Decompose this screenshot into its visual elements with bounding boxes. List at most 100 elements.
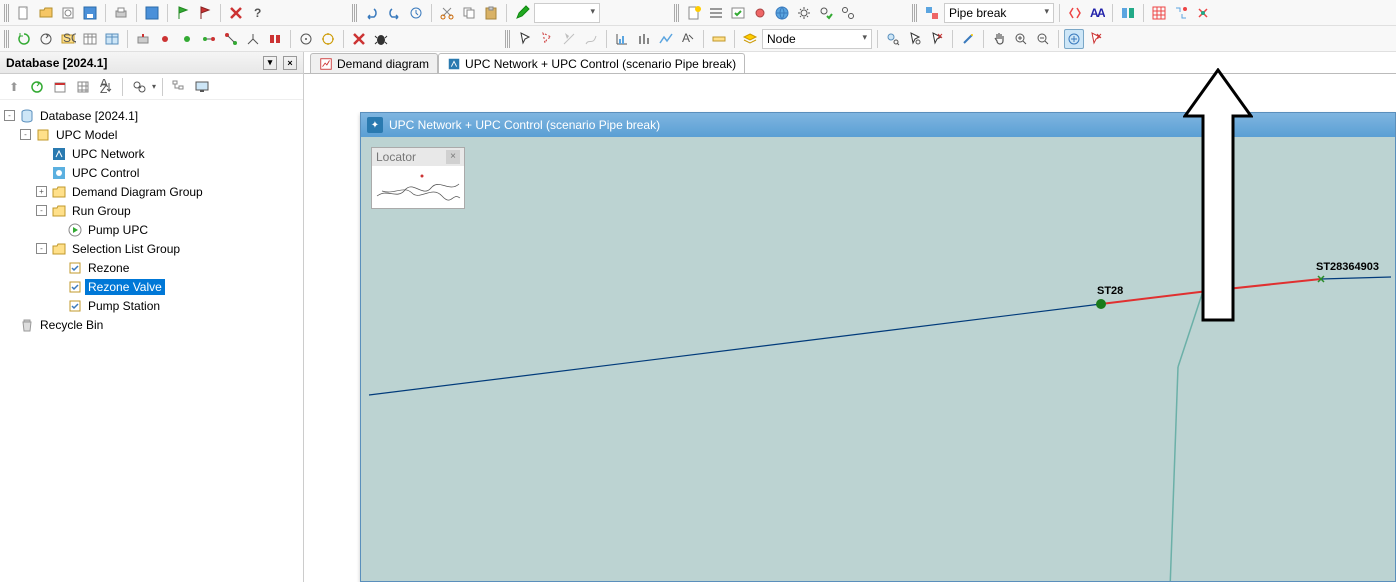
screen-icon[interactable] xyxy=(192,77,212,97)
tree-item[interactable]: Pump UPC xyxy=(2,220,301,239)
zoom-extents-icon[interactable] xyxy=(1064,29,1084,49)
profile-icon[interactable] xyxy=(656,29,676,49)
tree-icon[interactable] xyxy=(169,77,189,97)
target-icon[interactable] xyxy=(296,29,316,49)
validate-icon[interactable] xyxy=(728,3,748,23)
chart-icon[interactable] xyxy=(612,29,632,49)
toolbar-grip[interactable] xyxy=(505,30,511,48)
scenario-dropdown[interactable]: Pipe break xyxy=(944,3,1054,23)
tree-expander[interactable]: - xyxy=(36,205,47,216)
new-scenario-icon[interactable] xyxy=(684,3,704,23)
output-icon[interactable] xyxy=(133,29,153,49)
bar-icon[interactable] xyxy=(634,29,654,49)
find-cross-icon[interactable] xyxy=(927,29,947,49)
edit-icon[interactable] xyxy=(512,3,532,23)
node-red-icon[interactable] xyxy=(155,29,175,49)
compare-icon[interactable] xyxy=(1118,3,1138,23)
text-size-icon[interactable]: AA xyxy=(1087,3,1107,23)
pointer-trace-icon[interactable] xyxy=(581,29,601,49)
tree-item[interactable]: Rezone Valve xyxy=(2,277,301,296)
toolbar-grip[interactable] xyxy=(4,30,10,48)
tools-icon[interactable] xyxy=(750,3,770,23)
help-icon[interactable]: ? xyxy=(248,3,268,23)
undo-icon[interactable] xyxy=(362,3,382,23)
open-icon[interactable] xyxy=(36,3,56,23)
list-icon[interactable] xyxy=(706,3,726,23)
bug-icon[interactable] xyxy=(371,29,391,49)
annotate-icon[interactable]: A xyxy=(678,29,698,49)
calendar-icon[interactable] xyxy=(50,77,70,97)
history-icon[interactable] xyxy=(406,3,426,23)
connect-icon[interactable] xyxy=(199,29,219,49)
locator-panel[interactable]: Locator × xyxy=(371,147,465,209)
pointer-line-icon[interactable] xyxy=(559,29,579,49)
toolbar-grip[interactable] xyxy=(4,4,10,22)
panel-close-icon[interactable]: × xyxy=(283,56,297,70)
recent-icon[interactable] xyxy=(58,3,78,23)
toolbar-grip[interactable] xyxy=(912,4,918,22)
group-icon[interactable] xyxy=(265,29,285,49)
table2-icon[interactable] xyxy=(102,29,122,49)
flag-red-icon[interactable] xyxy=(195,3,215,23)
document-tab[interactable]: UPC Network + UPC Control (scenario Pipe… xyxy=(438,53,745,73)
branch2-icon[interactable] xyxy=(243,29,263,49)
find-icon[interactable] xyxy=(129,77,149,97)
tree-expander[interactable]: + xyxy=(36,186,47,197)
tree-expander[interactable]: - xyxy=(4,110,15,121)
up-icon[interactable]: ⬆ xyxy=(4,77,24,97)
zoom-select-icon[interactable] xyxy=(1086,29,1106,49)
split-icon[interactable] xyxy=(221,29,241,49)
cut-icon[interactable] xyxy=(437,3,457,23)
scenario-nav-icon[interactable] xyxy=(1065,3,1085,23)
refresh-icon[interactable] xyxy=(27,77,47,97)
redo-icon[interactable] xyxy=(384,3,404,23)
mode-dropdown[interactable] xyxy=(534,3,600,23)
pan-icon[interactable] xyxy=(989,29,1009,49)
zoom-out-icon[interactable] xyxy=(1033,29,1053,49)
node-green-icon[interactable] xyxy=(177,29,197,49)
document-tab[interactable]: Demand diagram xyxy=(310,53,438,73)
scenario-icon[interactable] xyxy=(922,3,942,23)
globe-icon[interactable] xyxy=(772,3,792,23)
ruler-icon[interactable] xyxy=(709,29,729,49)
tree-expander[interactable]: - xyxy=(20,129,31,140)
gear-icon[interactable] xyxy=(794,3,814,23)
sql-icon[interactable]: SQL xyxy=(58,29,78,49)
tree-item[interactable]: -Database [2024.1] xyxy=(2,106,301,125)
tree-expander[interactable]: - xyxy=(36,243,47,254)
find-arrow-icon[interactable] xyxy=(905,29,925,49)
element-type-dropdown[interactable]: Node xyxy=(762,29,872,49)
tree-item[interactable]: UPC Control xyxy=(2,163,301,182)
tree-item[interactable]: +Demand Diagram Group xyxy=(2,182,301,201)
flag-green-icon[interactable] xyxy=(173,3,193,23)
pointer-dash-icon[interactable] xyxy=(537,29,557,49)
new-icon[interactable] xyxy=(14,3,34,23)
cycle-icon[interactable] xyxy=(36,29,56,49)
print-icon[interactable] xyxy=(111,3,131,23)
locator-close-icon[interactable]: × xyxy=(446,150,460,164)
refresh-icon[interactable] xyxy=(14,29,34,49)
delete-icon[interactable] xyxy=(349,29,369,49)
table-icon[interactable] xyxy=(80,29,100,49)
wand-icon[interactable] xyxy=(958,29,978,49)
save-icon[interactable] xyxy=(80,3,100,23)
grid-small-icon[interactable] xyxy=(73,77,93,97)
network-canvas[interactable] xyxy=(361,137,1395,581)
gear-check-icon[interactable] xyxy=(816,3,836,23)
toolbar-grip[interactable] xyxy=(352,4,358,22)
zoom-in-icon[interactable] xyxy=(1011,29,1031,49)
locator-thumbnail[interactable] xyxy=(372,166,464,208)
tree-item[interactable]: Rezone xyxy=(2,258,301,277)
sort-icon[interactable]: AZ xyxy=(96,77,116,97)
tree-item[interactable]: -Run Group xyxy=(2,201,301,220)
gear-multi-icon[interactable] xyxy=(838,3,858,23)
copy-icon[interactable] xyxy=(459,3,479,23)
tree-item[interactable]: Recycle Bin xyxy=(2,315,301,334)
map-title-bar[interactable]: ✦ UPC Network + UPC Control (scenario Pi… xyxy=(361,113,1395,137)
close-red-icon[interactable] xyxy=(226,3,246,23)
merge-icon[interactable] xyxy=(1171,3,1191,23)
tree-item[interactable]: Pump Station xyxy=(2,296,301,315)
paste-icon[interactable] xyxy=(481,3,501,23)
find-icon[interactable] xyxy=(883,29,903,49)
pointer-icon[interactable] xyxy=(515,29,535,49)
